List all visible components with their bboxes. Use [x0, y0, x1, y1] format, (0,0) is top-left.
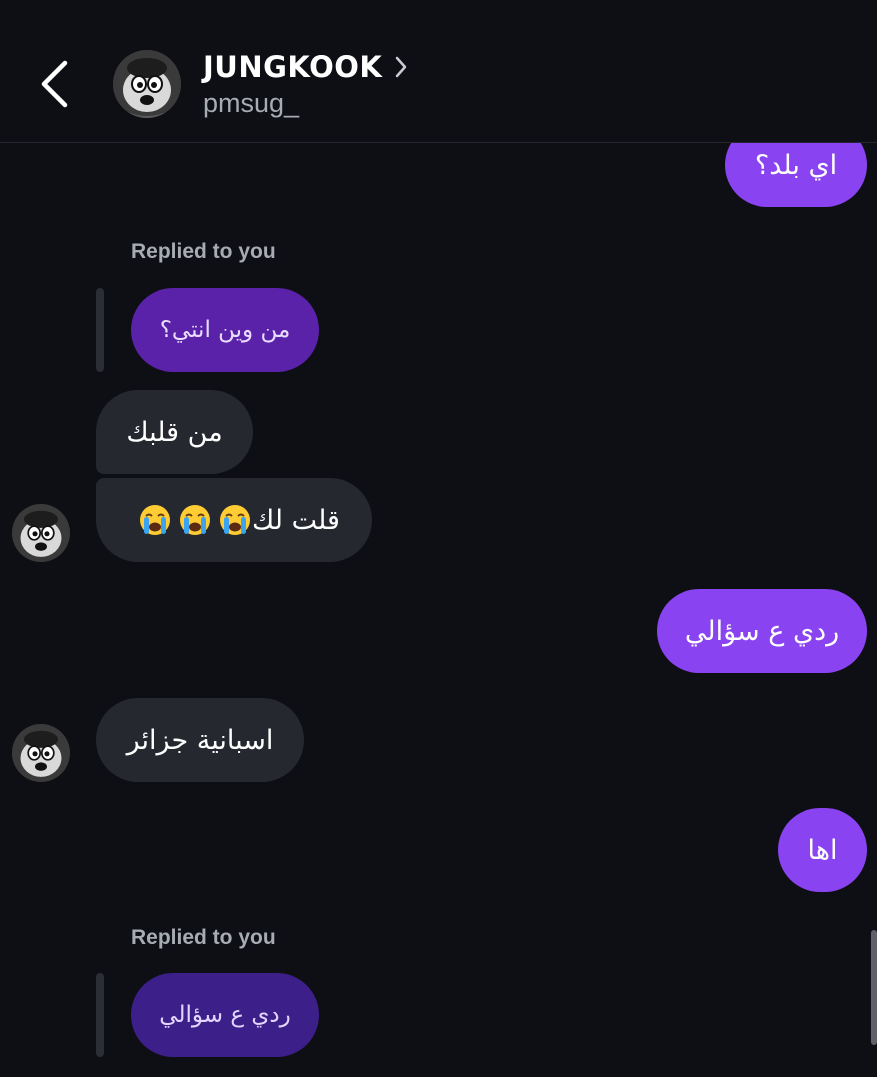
- quoted-message[interactable]: من وين انتي؟: [131, 288, 319, 372]
- received-message[interactable]: قلت لك: [96, 478, 372, 562]
- message-text: اها: [807, 834, 838, 866]
- message-text: اسبانية جزائر: [126, 724, 274, 756]
- replied-to-you-label: Replied to you: [131, 926, 276, 949]
- reply-indicator-bar: [96, 288, 104, 372]
- contact-name-row[interactable]: JUNGKOOK: [203, 50, 408, 84]
- sender-avatar[interactable]: [12, 504, 70, 562]
- scrollbar[interactable]: [871, 930, 877, 1045]
- crying-emoji-group: [132, 503, 252, 537]
- received-message[interactable]: من قلبك: [96, 390, 253, 474]
- quoted-message[interactable]: ردي ع سؤالي: [131, 973, 319, 1057]
- loudly-crying-face-icon: [220, 505, 251, 535]
- quoted-text: ردي ع سؤالي: [159, 1002, 291, 1028]
- chat-header: JUNGKOOK pmsug_: [0, 0, 877, 143]
- sent-message[interactable]: اها: [778, 808, 867, 892]
- reply-indicator-bar: [96, 973, 104, 1057]
- contact-username: pmsug_: [203, 88, 300, 118]
- back-button[interactable]: [34, 58, 74, 110]
- chevron-left-icon: [41, 60, 68, 108]
- loudly-crying-face-icon: [140, 505, 171, 535]
- chevron-right-icon[interactable]: [394, 55, 408, 79]
- message-text: من قلبك: [126, 416, 223, 448]
- message-text: ردي ع سؤالي: [684, 615, 840, 647]
- message-text: اي بلد؟: [754, 149, 838, 181]
- message-text: قلت لك: [252, 504, 340, 536]
- contact-name[interactable]: JUNGKOOK: [203, 50, 382, 84]
- contact-avatar[interactable]: [113, 50, 181, 118]
- received-message[interactable]: اسبانية جزائر: [96, 698, 304, 782]
- quoted-text: من وين انتي؟: [159, 317, 291, 343]
- replied-to-you-label: Replied to you: [131, 240, 276, 263]
- sender-avatar[interactable]: [12, 724, 70, 782]
- sent-message[interactable]: ردي ع سؤالي: [657, 589, 867, 673]
- loudly-crying-face-icon: [180, 505, 211, 535]
